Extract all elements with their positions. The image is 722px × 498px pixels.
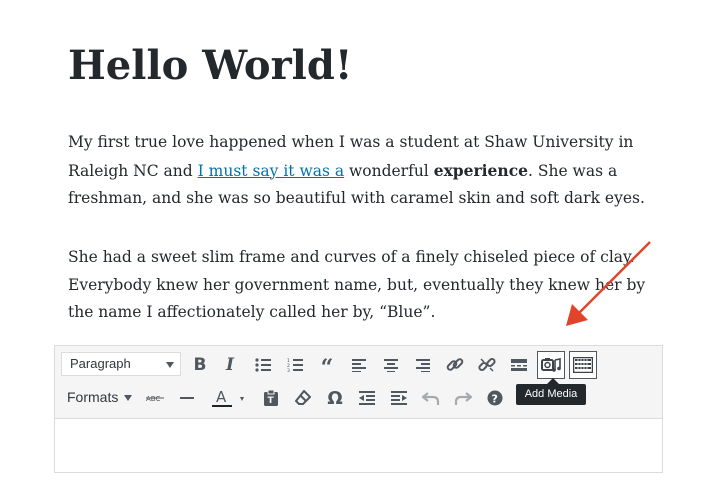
read-more-button[interactable]: [505, 351, 533, 379]
omega-icon: Ω: [327, 387, 343, 409]
align-center-icon: [384, 359, 398, 372]
numbered-list-icon: 123: [287, 358, 303, 372]
strikethrough-button[interactable]: ABC: [141, 384, 169, 412]
redo-button[interactable]: [449, 384, 477, 412]
horizontal-line-icon: [180, 397, 194, 399]
annotation-arrow: [566, 241, 651, 326]
clear-formatting-button[interactable]: [289, 384, 317, 412]
editor: Paragraph B I 123 “ Formats ABC A T Ω ?: [54, 345, 663, 473]
bullet-list-button[interactable]: [249, 351, 277, 379]
align-center-button[interactable]: [377, 351, 405, 379]
chevron-down-icon: [124, 395, 133, 401]
redo-icon: [454, 392, 472, 405]
align-right-icon: [416, 359, 430, 372]
link-icon: [446, 358, 464, 371]
italic-button[interactable]: I: [216, 351, 244, 379]
italic-icon: I: [226, 355, 234, 375]
eraser-icon: [295, 390, 311, 405]
help-button[interactable]: ?: [481, 384, 509, 412]
add-media-icon: [541, 358, 561, 372]
paragraph-1: My first true love happened when I was a…: [68, 129, 668, 213]
svg-text:T: T: [268, 396, 275, 406]
svg-text:A: A: [216, 388, 227, 406]
formats-menu[interactable]: Formats: [67, 389, 133, 405]
increase-indent-button[interactable]: [385, 384, 413, 412]
help-icon: ?: [487, 390, 503, 406]
horizontal-line-button[interactable]: [173, 384, 201, 412]
blockquote-icon: “: [320, 355, 334, 381]
decrease-indent-button[interactable]: [353, 384, 381, 412]
undo-button[interactable]: [417, 384, 445, 412]
paragraph-format-select[interactable]: Paragraph: [61, 352, 181, 376]
formats-label: Formats: [67, 389, 119, 405]
chevron-down-icon: [166, 362, 174, 368]
bold-icon: B: [193, 355, 207, 375]
text-color-icon: A: [212, 388, 244, 407]
align-left-button[interactable]: [345, 351, 373, 379]
special-character-button[interactable]: Ω: [321, 384, 349, 412]
unlink-icon: [478, 357, 496, 372]
paragraph-1-bold: experience: [433, 160, 528, 180]
align-right-button[interactable]: [409, 351, 437, 379]
editor-toolbar: Paragraph B I 123 “ Formats ABC A T Ω ?: [55, 346, 662, 419]
paste-as-text-button[interactable]: T: [257, 384, 285, 412]
undo-icon: [422, 392, 440, 405]
paragraph-format-label: Paragraph: [70, 356, 131, 371]
text-color-button[interactable]: A: [205, 384, 251, 412]
strikethrough-icon: ABC: [146, 395, 164, 403]
post-title: Hello World!: [68, 42, 353, 89]
svg-text:?: ?: [492, 393, 498, 406]
paragraph-1-text-b: wonderful: [344, 161, 434, 180]
keyboard-icon: [573, 357, 593, 373]
bold-button[interactable]: B: [186, 351, 214, 379]
numbered-list-button[interactable]: 123: [281, 351, 309, 379]
insert-link-button[interactable]: [441, 351, 469, 379]
paste-text-icon: T: [264, 389, 278, 406]
paragraph-1-link[interactable]: I must say it was a: [198, 162, 344, 180]
outdent-icon: [359, 391, 375, 405]
align-left-icon: [352, 359, 366, 372]
blockquote-button[interactable]: “: [313, 351, 341, 379]
toolbar-toggle-button[interactable]: [569, 351, 597, 379]
indent-icon: [391, 391, 407, 405]
svg-text:3: 3: [287, 368, 290, 372]
remove-link-button[interactable]: [473, 351, 501, 379]
svg-text:ABC: ABC: [146, 395, 160, 403]
editor-content-area[interactable]: [55, 419, 662, 472]
bullet-list-icon: [255, 358, 271, 372]
add-media-tooltip: Add Media: [516, 378, 586, 405]
read-more-icon: [511, 359, 527, 371]
add-media-button[interactable]: [537, 351, 565, 379]
